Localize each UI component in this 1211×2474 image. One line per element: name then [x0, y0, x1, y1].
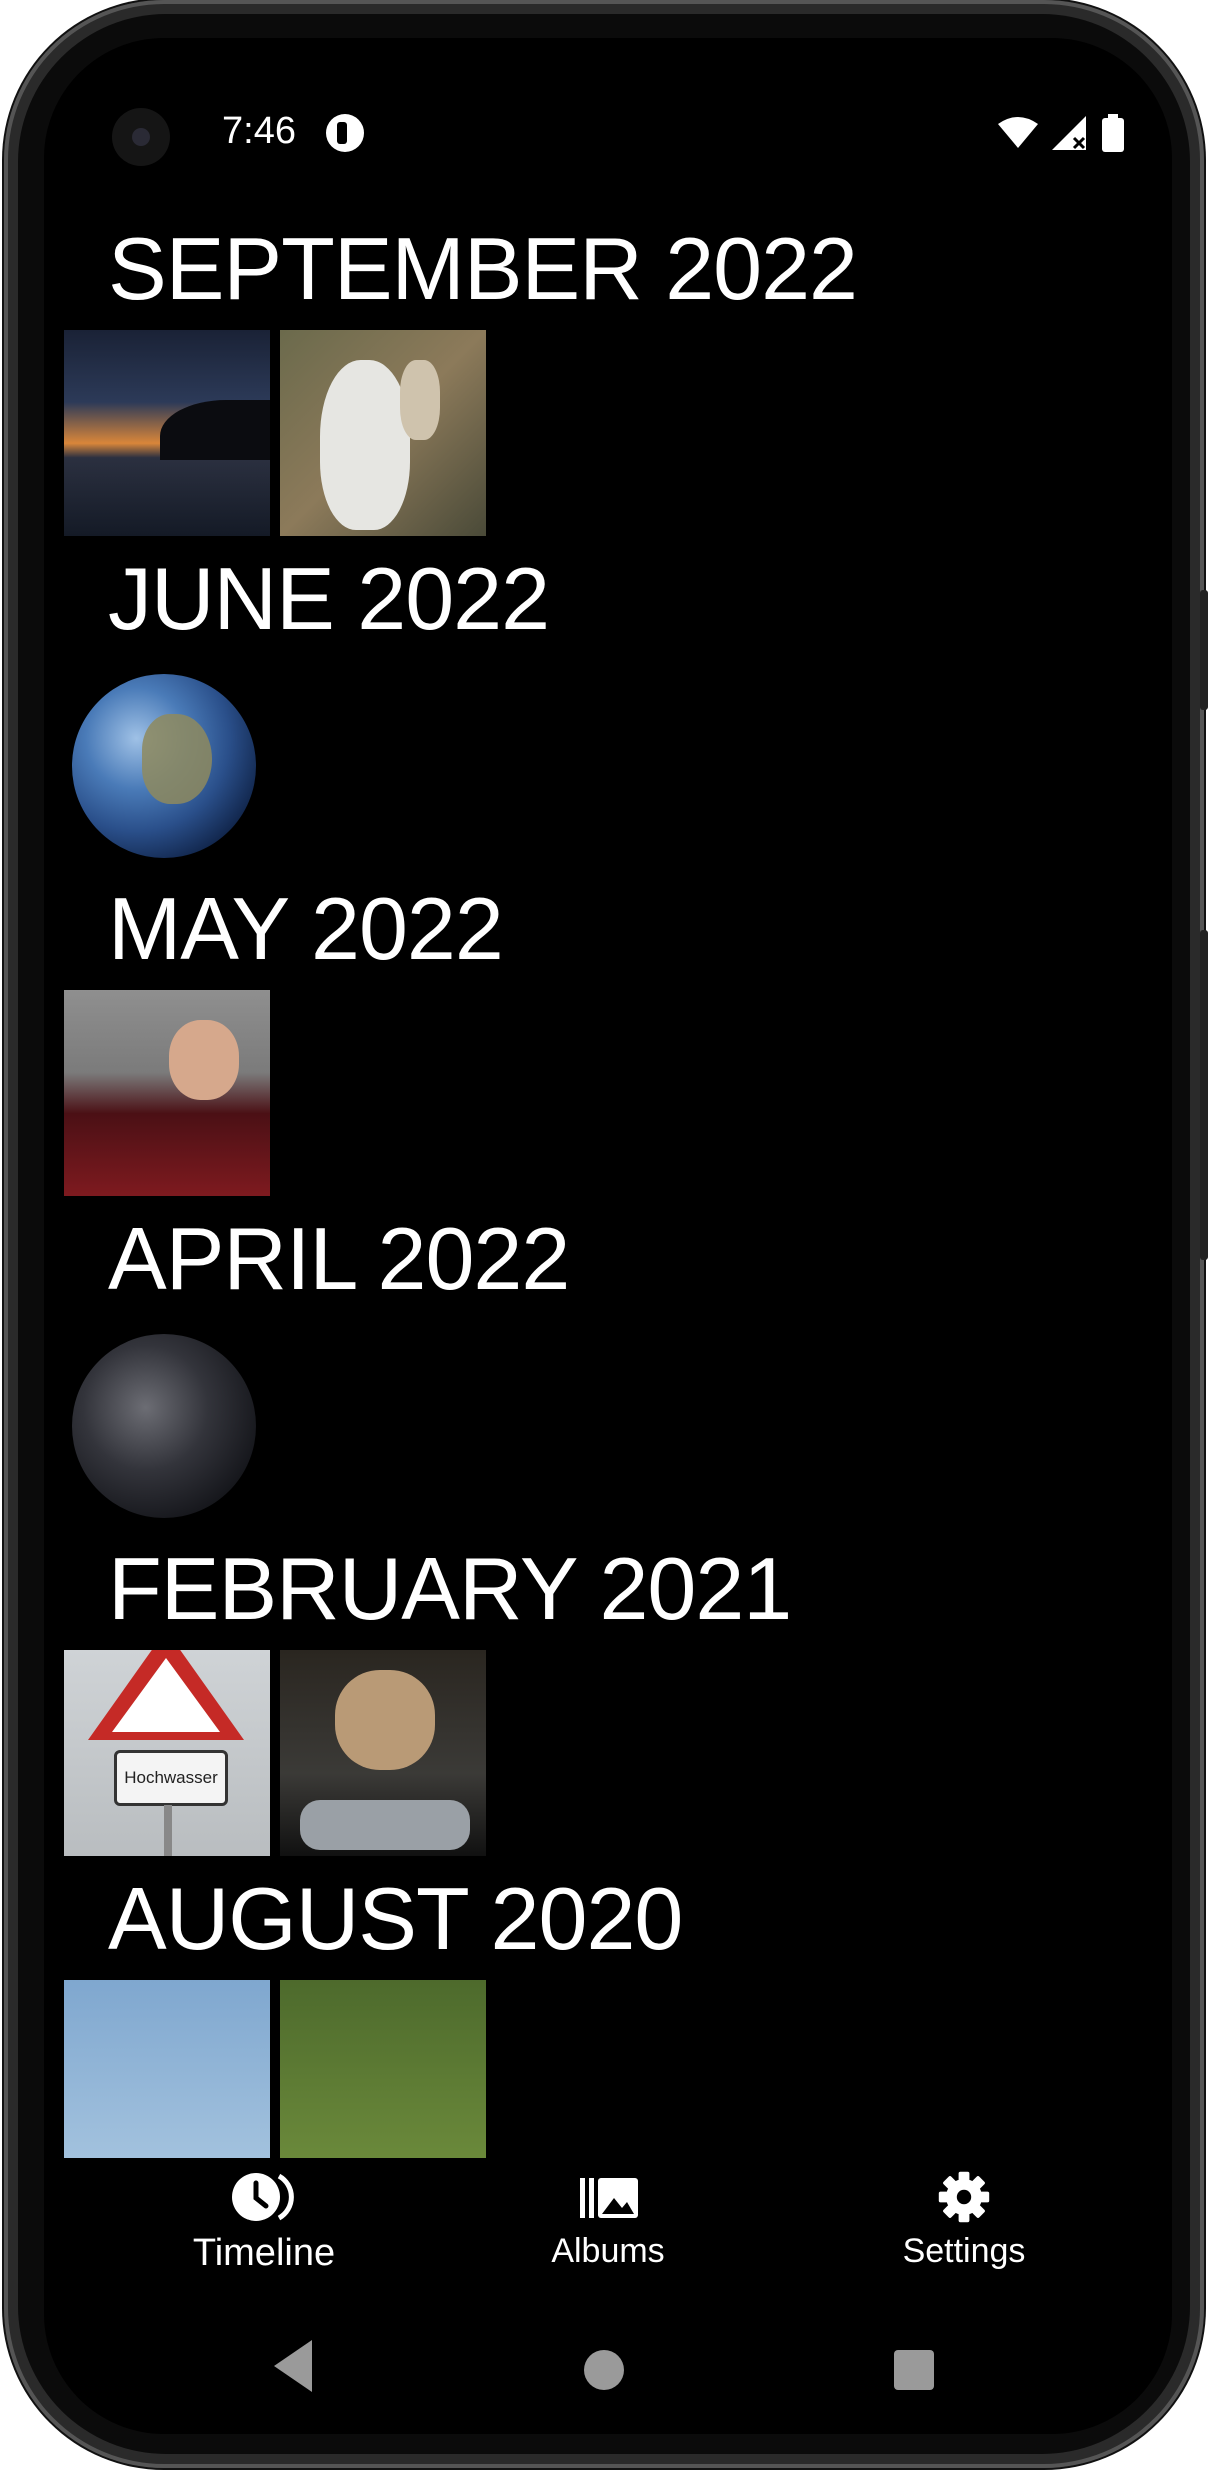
front-camera [112, 108, 170, 166]
status-icons [998, 114, 1124, 152]
nav-settings-label: Settings [902, 2232, 1026, 2270]
back-icon[interactable] [272, 2338, 314, 2394]
month-header: APRIL 2022 [108, 1209, 570, 1308]
photo-thumbnail[interactable] [280, 330, 486, 536]
bottom-navigation: Timeline Albums Settings [44, 2158, 1172, 2308]
notification-app-icon [326, 114, 364, 152]
month-section: APRIL 2022 [44, 1204, 1172, 1526]
status-time: 7:46 [222, 110, 296, 152]
app-screen: 7:46 SEPTEMBER 2022 JUNE 2022 MAY 2022 A… [44, 38, 1172, 2434]
photo-thumbnail[interactable]: Hochwasser [64, 1650, 270, 1856]
photo-thumbnail[interactable] [280, 1980, 486, 2158]
month-header: FEBRUARY 2021 [108, 1539, 792, 1638]
power-button [1200, 930, 1208, 1260]
month-header: AUGUST 2020 [108, 1869, 683, 1968]
recents-button[interactable] [894, 2350, 934, 2390]
photo-thumbnail[interactable] [64, 660, 270, 866]
wifi-icon [998, 117, 1038, 148]
photo-thumbnail[interactable] [64, 990, 270, 1196]
signal-icon [1052, 116, 1086, 150]
month-section: JUNE 2022 [44, 544, 1172, 866]
month-section: MAY 2022 [44, 874, 1172, 1196]
home-button[interactable] [584, 2350, 624, 2390]
phone-frame: 7:46 SEPTEMBER 2022 JUNE 2022 MAY 2022 A… [4, 0, 1208, 2468]
month-header: SEPTEMBER 2022 [108, 219, 858, 318]
month-section: FEBRUARY 2021 Hochwasser [44, 1534, 1172, 1856]
photo-thumbnail[interactable] [280, 1650, 486, 1856]
month-section: AUGUST 2020 [44, 1864, 1172, 2158]
nav-timeline-label: Timeline [192, 2232, 336, 2274]
volume-button [1200, 590, 1208, 710]
photo-thumbnail[interactable] [64, 1980, 270, 2158]
battery-icon [1102, 114, 1124, 152]
clock-history-icon [232, 2173, 294, 2221]
gear-icon [938, 2171, 990, 2223]
month-section: SEPTEMBER 2022 [44, 214, 1172, 536]
nav-timeline[interactable]: Timeline [134, 2170, 394, 2275]
month-header: JUNE 2022 [108, 549, 550, 648]
nav-albums[interactable]: Albums [478, 2170, 738, 2271]
timeline-list[interactable]: SEPTEMBER 2022 JUNE 2022 MAY 2022 APRIL … [44, 206, 1172, 2158]
photo-thumbnail[interactable] [64, 1320, 270, 1526]
sign-text: Hochwasser [114, 1750, 228, 1806]
photo-library-icon [580, 2178, 638, 2218]
nav-settings[interactable]: Settings [834, 2170, 1094, 2271]
system-navigation-bar [44, 2308, 1172, 2434]
photo-thumbnail[interactable] [64, 330, 270, 536]
month-header: MAY 2022 [108, 879, 504, 978]
nav-albums-label: Albums [551, 2232, 665, 2270]
